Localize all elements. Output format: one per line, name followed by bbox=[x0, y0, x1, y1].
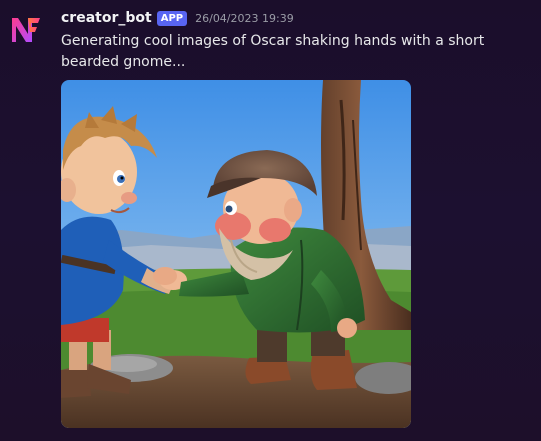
message-text: Generating cool images of Oscar shaking … bbox=[61, 33, 485, 70]
chat-message: creator_bot APP 26/04/2023 19:39 Generat… bbox=[0, 0, 541, 441]
message-timestamp: 26/04/2023 19:39 bbox=[195, 11, 294, 25]
generated-image[interactable] bbox=[61, 80, 411, 428]
message-content: creator_bot APP 26/04/2023 19:39 Generat… bbox=[61, 8, 531, 73]
app-badge: APP bbox=[156, 10, 188, 26]
message-header: creator_bot APP 26/04/2023 19:39 bbox=[61, 8, 531, 28]
author-name[interactable]: creator_bot bbox=[61, 10, 152, 26]
bot-avatar-icon[interactable] bbox=[8, 12, 42, 46]
